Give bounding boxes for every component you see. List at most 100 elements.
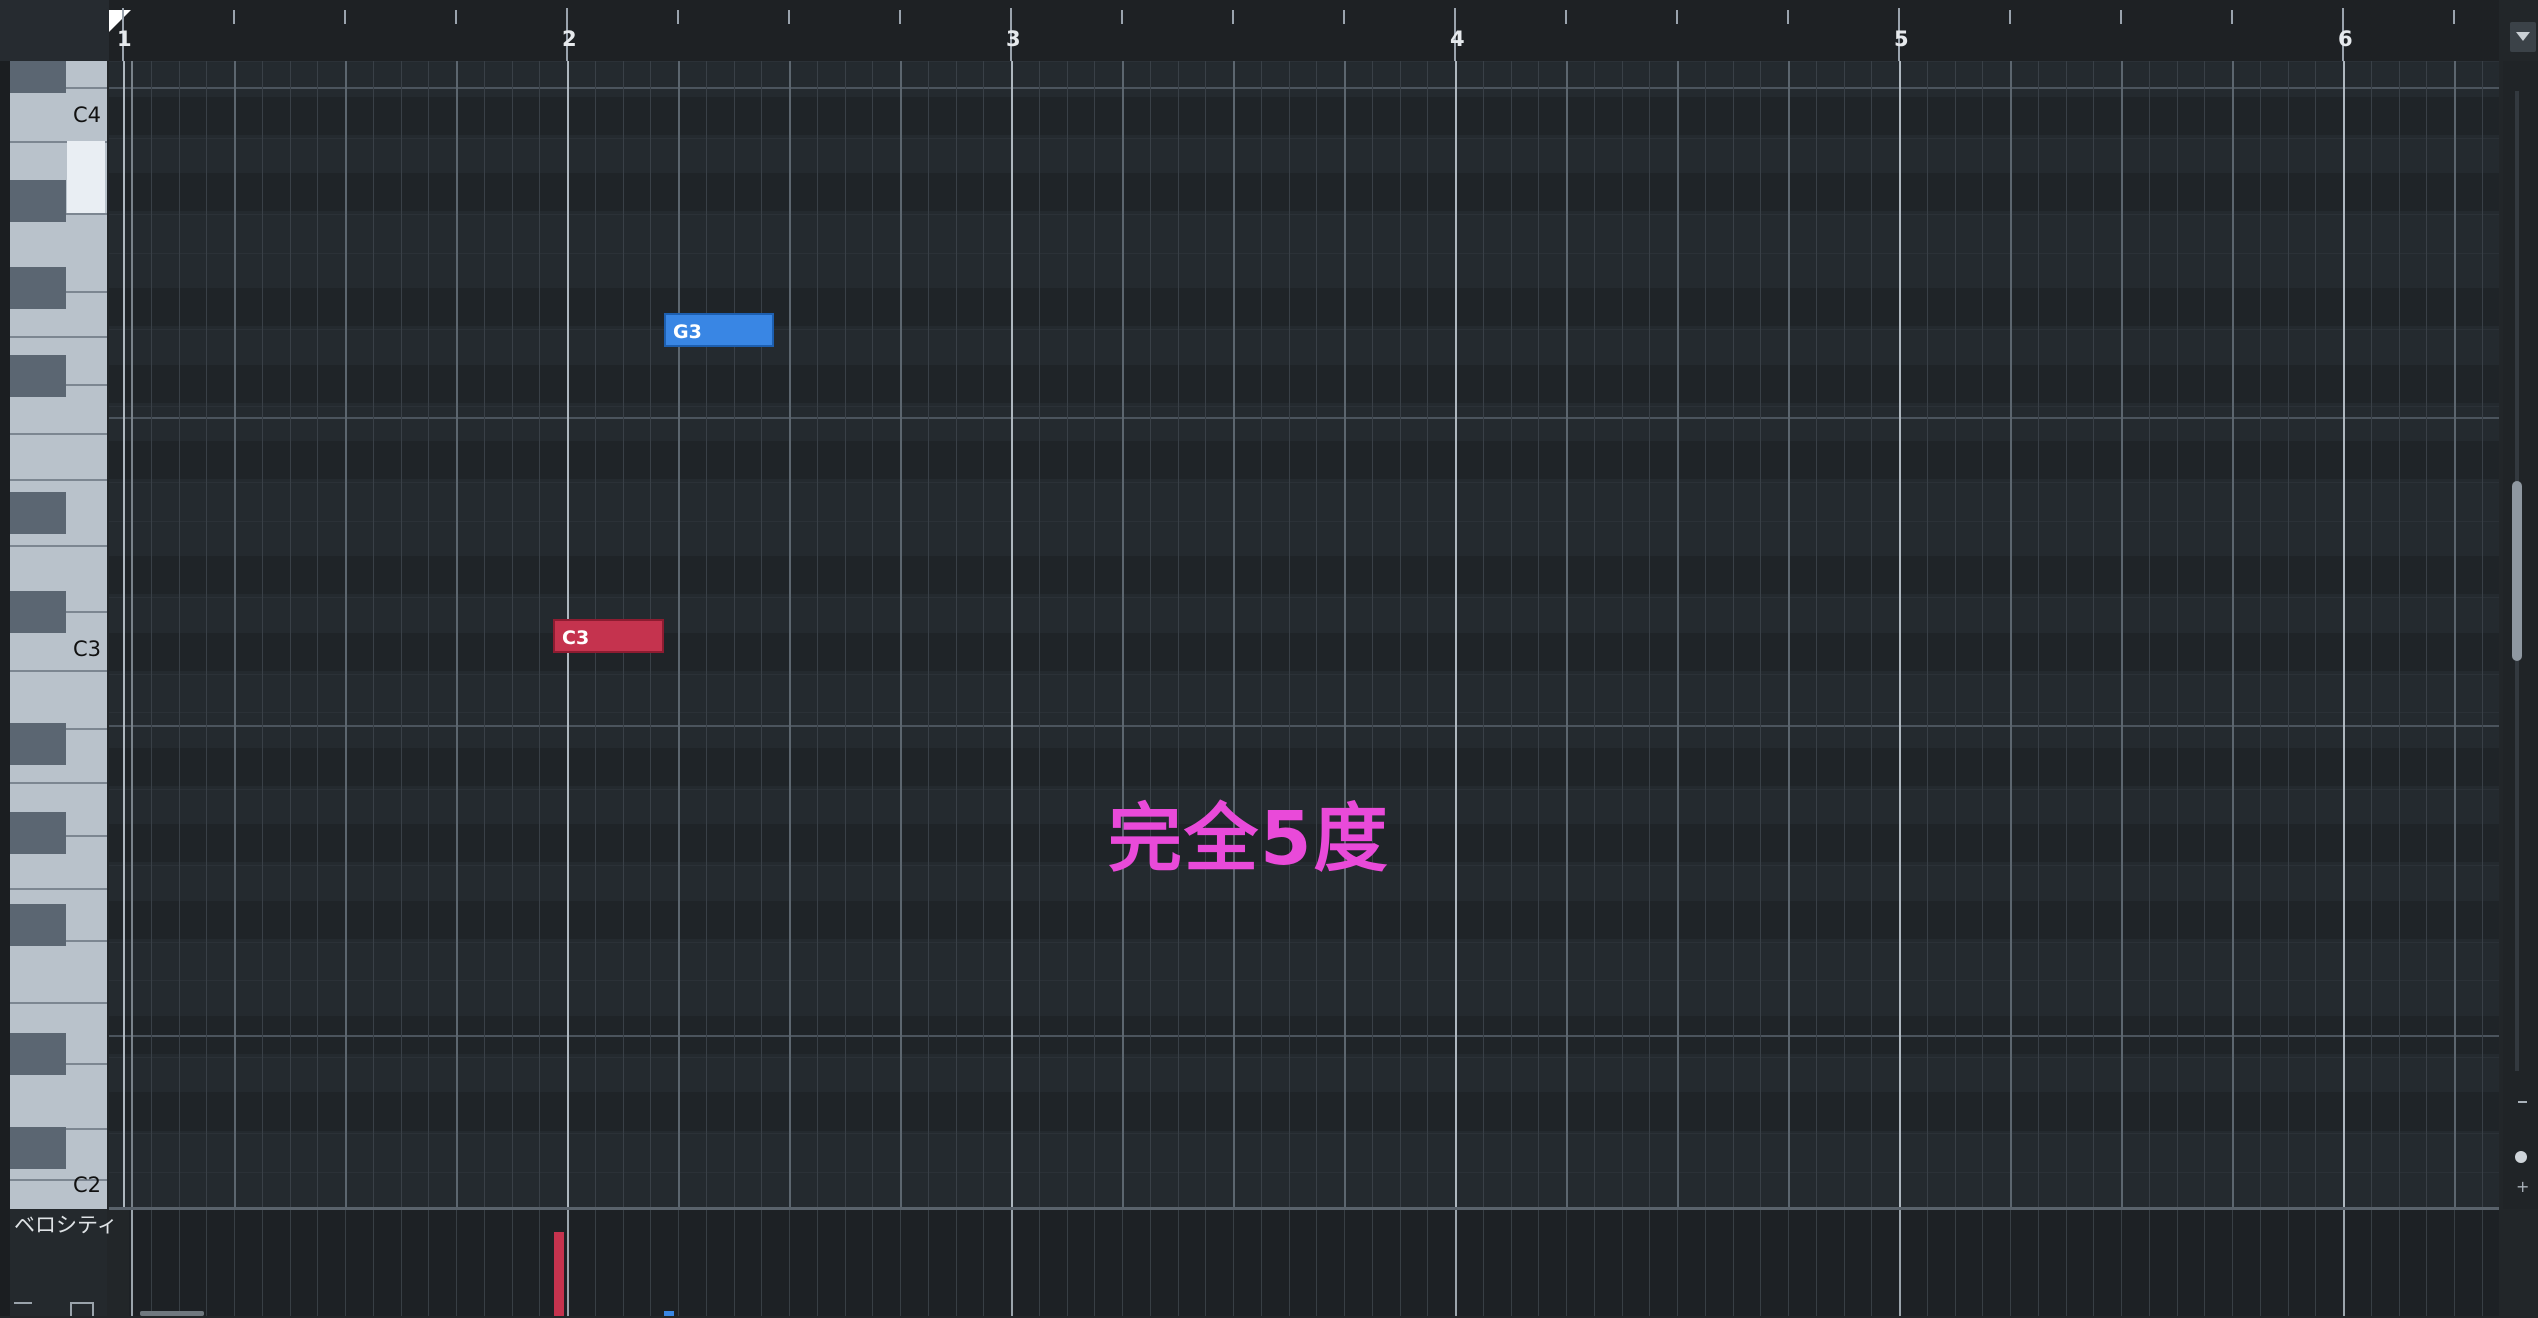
grid-sixteenth-line bbox=[317, 61, 318, 1209]
velocity-grid-line bbox=[1677, 1210, 1678, 1316]
zoom-in-icon[interactable]: + bbox=[2516, 1179, 2529, 1195]
black-key bbox=[10, 492, 66, 534]
grid-sixteenth-line bbox=[151, 61, 152, 1209]
ruler-bar-6-label: 6 bbox=[2338, 27, 2353, 51]
grid-sixteenth-line bbox=[2482, 61, 2483, 1209]
velocity-grid-line bbox=[1178, 1210, 1179, 1316]
velocity-grid-line bbox=[2038, 1210, 2039, 1316]
white-key-separator bbox=[10, 670, 107, 672]
grid-sixteenth-line bbox=[734, 61, 735, 1209]
grid-sixteenth-line bbox=[428, 61, 429, 1209]
white-key-separator bbox=[10, 888, 107, 890]
piano-roll-editor: 1 2 3 4 5 6 C4 C3 C2 G3 C3 完全5度 + ベロシティ bbox=[0, 0, 2538, 1316]
grid-beat-line bbox=[1788, 61, 1790, 1209]
black-key bbox=[10, 1127, 66, 1169]
ruler-bar-2-label: 2 bbox=[562, 27, 577, 51]
editor-menu-button[interactable] bbox=[2510, 22, 2536, 52]
lane-preset-icon[interactable] bbox=[70, 1302, 94, 1316]
black-key-row bbox=[109, 1092, 2499, 1131]
velocity-grid-line bbox=[2232, 1210, 2233, 1316]
ruler-beat-tick bbox=[1121, 10, 1123, 24]
velocity-grid-line bbox=[2121, 1210, 2122, 1316]
velocity-grid-line bbox=[650, 1210, 651, 1316]
grid-sixteenth-line bbox=[1094, 61, 1095, 1209]
vertical-scrollbar[interactable]: + bbox=[2503, 61, 2538, 1209]
velocity-lane[interactable] bbox=[129, 1210, 2499, 1316]
velocity-grid-line bbox=[1150, 1210, 1151, 1316]
highlighted-key[interactable] bbox=[67, 141, 105, 213]
ruler-beat-tick bbox=[1565, 10, 1567, 24]
velocity-grid-line bbox=[845, 1210, 846, 1316]
ruler-beat-tick bbox=[2453, 10, 2455, 24]
grid-sixteenth-line bbox=[290, 61, 291, 1209]
velocity-bar-line bbox=[1455, 1210, 1457, 1316]
note-grid[interactable]: G3 C3 bbox=[109, 61, 2499, 1209]
grid-row-line bbox=[109, 1056, 2499, 1058]
key-label-c3: C3 bbox=[72, 637, 101, 661]
ruler-beat-tick bbox=[677, 10, 679, 24]
velocity-grid-line bbox=[1927, 1210, 1928, 1316]
velocity-start-line bbox=[131, 1210, 133, 1316]
note-g3[interactable]: G3 bbox=[664, 313, 774, 347]
grid-sixteenth-line bbox=[1955, 61, 1956, 1209]
grid-sixteenth-line bbox=[1816, 61, 1817, 1209]
velocity-grid-line bbox=[2177, 1210, 2178, 1316]
velocity-lane-header[interactable]: ベロシティ bbox=[10, 1209, 118, 1316]
velocity-grid-line bbox=[1233, 1210, 1234, 1316]
grid-row-line bbox=[109, 941, 2499, 943]
note-c3[interactable]: C3 bbox=[553, 619, 664, 653]
velocity-grid-line bbox=[1400, 1210, 1401, 1316]
grid-sixteenth-line bbox=[1871, 61, 1872, 1209]
velocity-grid-line bbox=[2149, 1210, 2150, 1316]
horizontal-scroll-thumb[interactable] bbox=[140, 1311, 204, 1316]
velocity-grid-line bbox=[1816, 1210, 1817, 1316]
scroll-thumb[interactable] bbox=[2512, 481, 2522, 661]
grid-sixteenth-line bbox=[1150, 61, 1151, 1209]
piano-keyboard[interactable]: C4 C3 C2 bbox=[10, 61, 107, 1209]
grid-start-line bbox=[131, 61, 133, 1209]
grid-sixteenth-line bbox=[1760, 61, 1761, 1209]
ruler-beat-tick bbox=[233, 10, 235, 24]
ruler-beat-tick bbox=[899, 10, 901, 24]
grid-sixteenth-line bbox=[1733, 61, 1734, 1209]
black-key-row bbox=[109, 364, 2499, 403]
velocity-grid-line bbox=[512, 1210, 513, 1316]
black-key-row bbox=[109, 632, 2499, 671]
grid-sixteenth-line bbox=[2399, 61, 2400, 1209]
ruler-bar-4-label: 4 bbox=[1450, 27, 1465, 51]
velocity-grid-line bbox=[401, 1210, 402, 1316]
velocity-bar-c3[interactable] bbox=[554, 1232, 564, 1316]
velocity-grid-line bbox=[484, 1210, 485, 1316]
velocity-bar-g3[interactable] bbox=[664, 1311, 674, 1316]
velocity-grid-line bbox=[2010, 1210, 2011, 1316]
ruler-beat-tick bbox=[1787, 10, 1789, 24]
bar-ruler[interactable]: 1 2 3 4 5 6 bbox=[109, 0, 2499, 62]
key-label-c2: C2 bbox=[72, 1173, 101, 1197]
grid-bar-line bbox=[1899, 61, 1901, 1209]
velocity-grid-line bbox=[900, 1210, 901, 1316]
zoom-slider-knob[interactable] bbox=[2515, 1151, 2527, 1163]
ruler-bar-5-label: 5 bbox=[1894, 27, 1909, 51]
grid-beat-line bbox=[456, 61, 458, 1209]
velocity-grid-line bbox=[2204, 1210, 2205, 1316]
velocity-grid-line bbox=[1372, 1210, 1373, 1316]
interval-annotation: 完全5度 bbox=[1108, 796, 1390, 882]
velocity-grid-line bbox=[539, 1210, 540, 1316]
window-edge bbox=[0, 0, 10, 1316]
zoom-out-icon[interactable] bbox=[2518, 1101, 2527, 1103]
velocity-grid-line bbox=[1982, 1210, 1983, 1316]
velocity-bar-line bbox=[2343, 1210, 2345, 1316]
grid-sixteenth-line bbox=[1483, 61, 1484, 1209]
grid-sixteenth-line bbox=[1594, 61, 1595, 1209]
velocity-grid-line bbox=[1205, 1210, 1206, 1316]
grid-row-line bbox=[109, 214, 2499, 216]
grid-beat-line bbox=[1344, 61, 1346, 1209]
velocity-grid-line bbox=[1733, 1210, 1734, 1316]
grid-sixteenth-line bbox=[817, 61, 818, 1209]
grid-sixteenth-line bbox=[872, 61, 873, 1209]
grid-sixteenth-line bbox=[401, 61, 402, 1209]
grid-beat-line bbox=[900, 61, 902, 1209]
velocity-grid-line bbox=[1039, 1210, 1040, 1316]
grid-sixteenth-line bbox=[179, 61, 180, 1209]
grid-sixteenth-line bbox=[1178, 61, 1179, 1209]
